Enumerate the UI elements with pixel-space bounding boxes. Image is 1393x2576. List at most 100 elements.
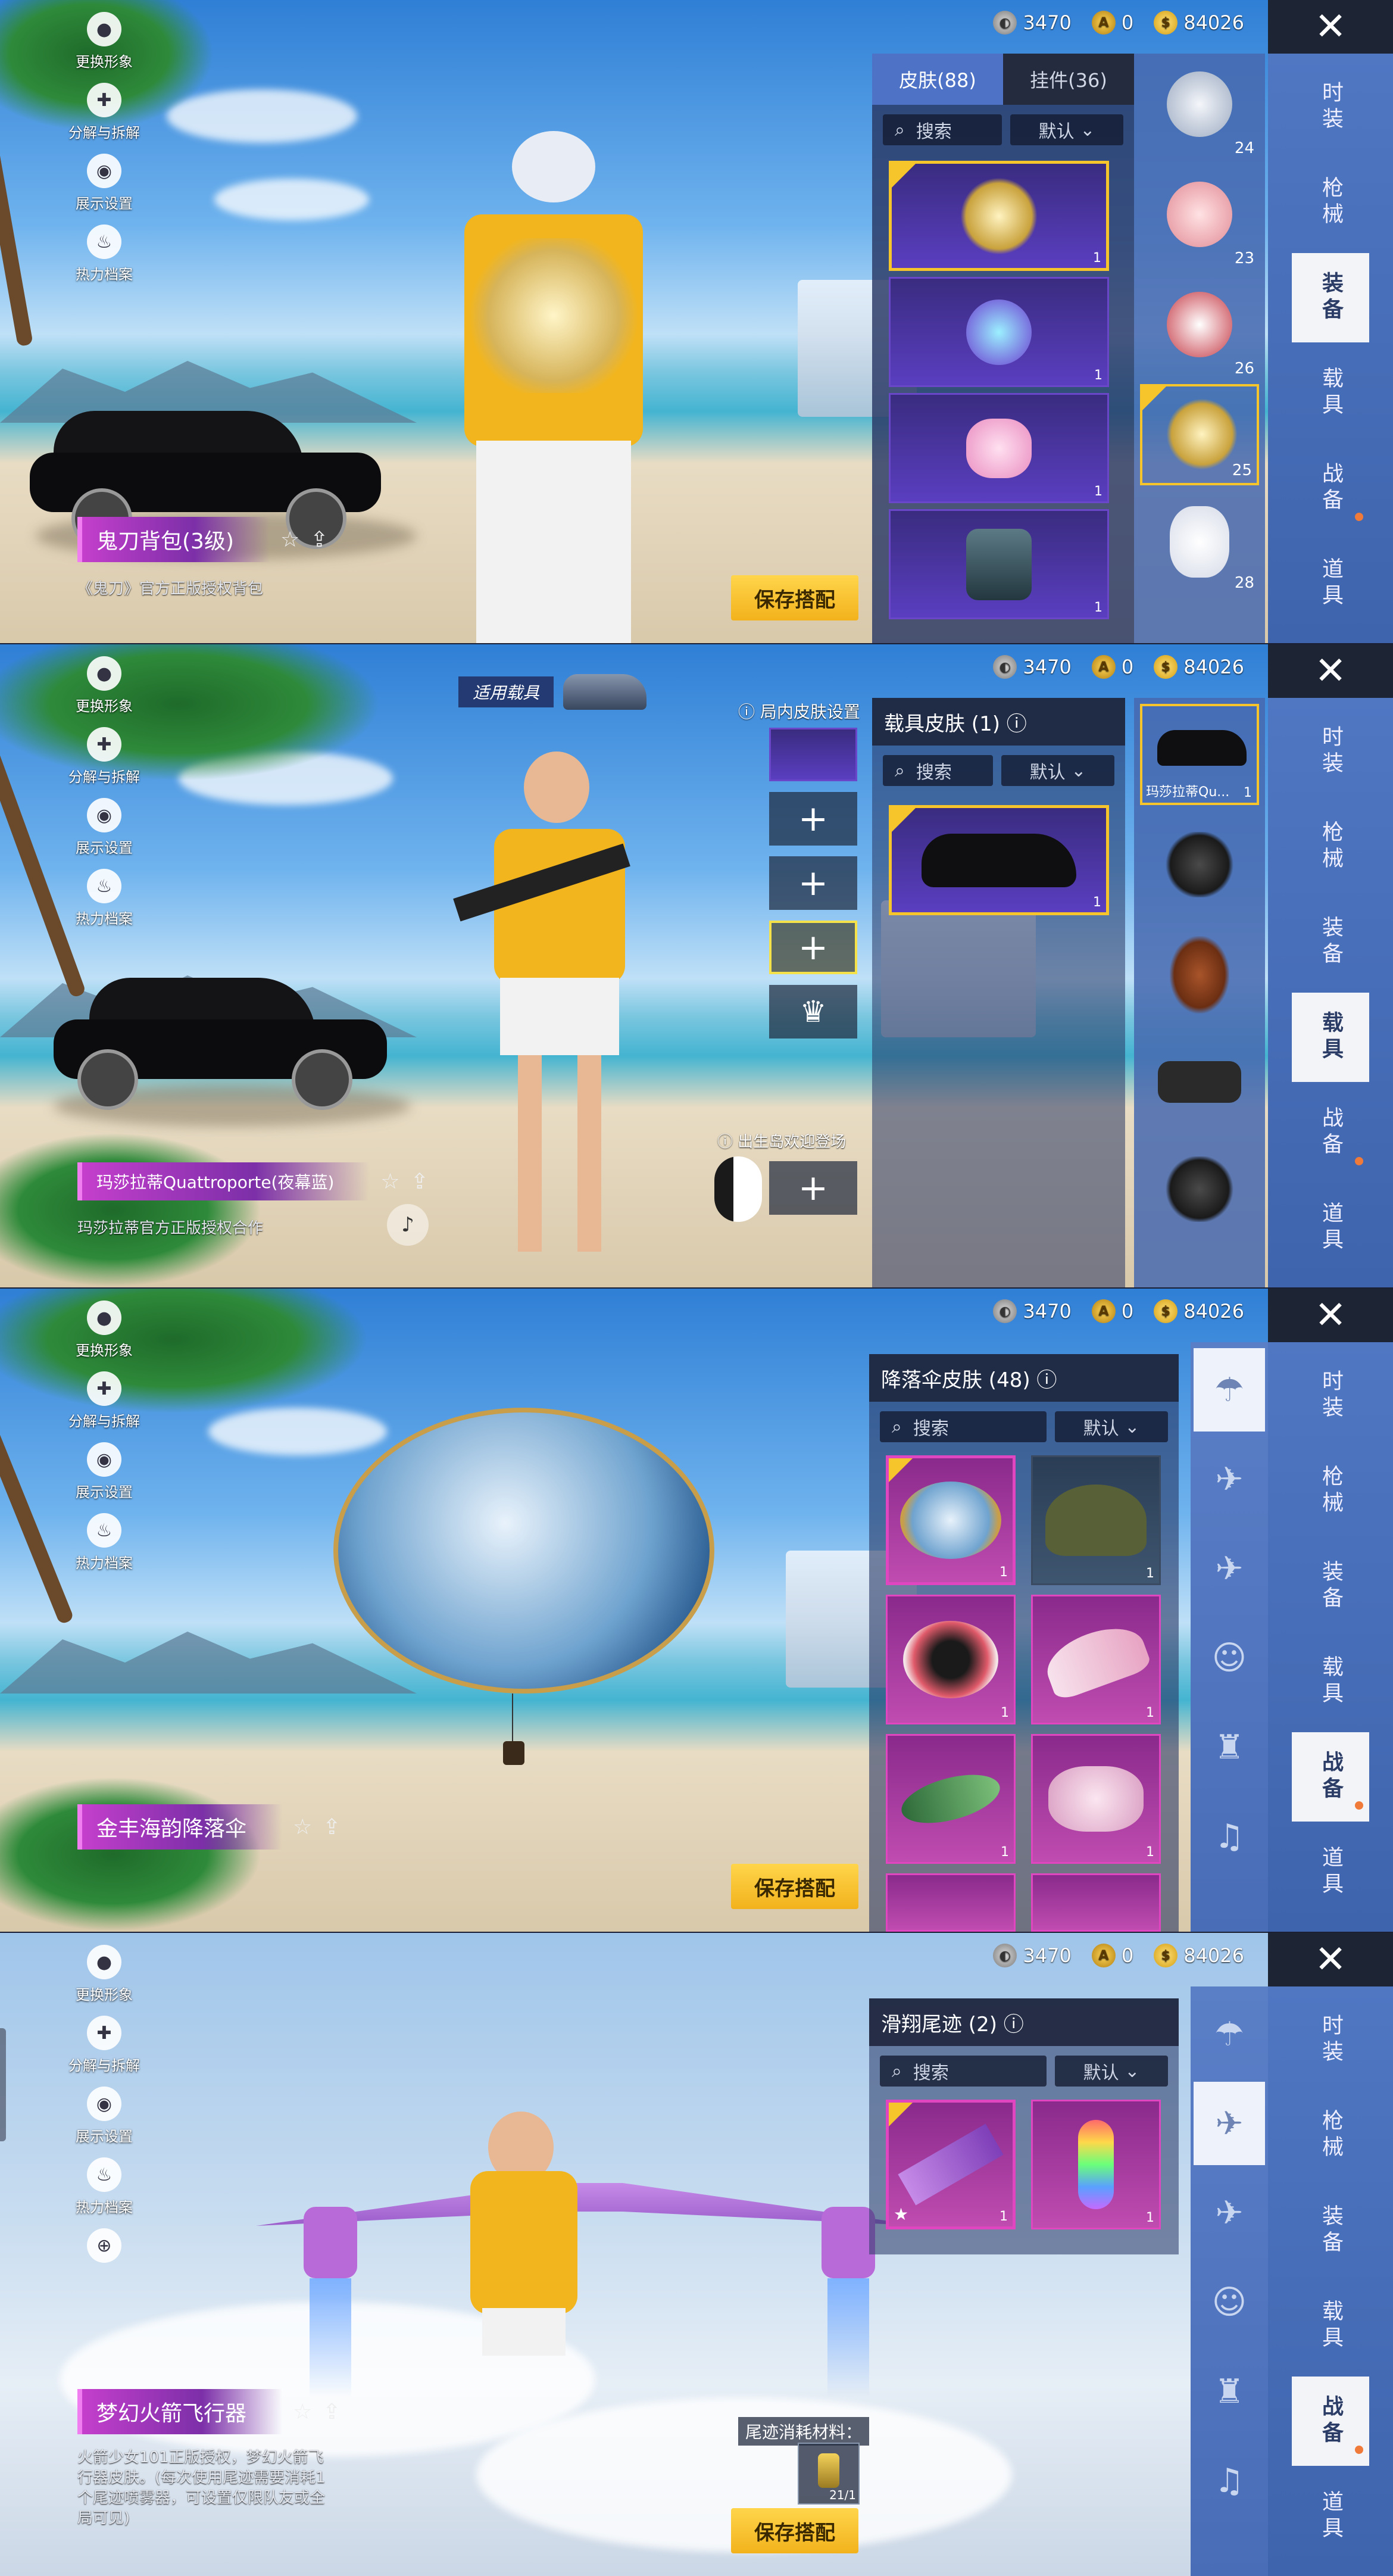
- skin-item[interactable]: 1: [889, 393, 1109, 503]
- spawn-add-button[interactable]: +: [769, 1161, 857, 1215]
- tab-weapons[interactable]: 枪械: [1292, 2091, 1369, 2180]
- display-settings-button[interactable]: ◉ 展示设置: [65, 798, 143, 857]
- add-slot-button[interactable]: +: [769, 921, 857, 974]
- parachute-category-icon[interactable]: ☂: [1194, 1992, 1265, 2076]
- vehicle-slot[interactable]: [769, 728, 857, 781]
- trail-spray-item[interactable]: 21/1: [798, 2443, 860, 2505]
- tab-fashion[interactable]: 时装: [1292, 1351, 1369, 1440]
- close-button[interactable]: ✕: [1268, 1933, 1393, 1986]
- close-button[interactable]: ✕: [1268, 1289, 1393, 1342]
- tab-items[interactable]: 道具: [1292, 539, 1369, 628]
- heat-archive-button[interactable]: ♨ 热力档案: [65, 869, 143, 928]
- parachute-item[interactable]: [1031, 1873, 1161, 1932]
- parachute-item[interactable]: 1: [886, 1595, 1016, 1724]
- tab-weapons[interactable]: 枪械: [1292, 802, 1369, 891]
- tab-vehicles[interactable]: 载具: [1292, 993, 1369, 1082]
- sort-dropdown[interactable]: 默认 ⌄: [1001, 755, 1114, 786]
- change-appearance-button[interactable]: ● 更换形象: [65, 656, 143, 715]
- emote-category-icon[interactable]: ☺: [1194, 1616, 1265, 1699]
- plane-category-icon[interactable]: ✈: [1194, 1527, 1265, 1610]
- emote-category-icon[interactable]: ☺: [1194, 2260, 1265, 2344]
- tab-items[interactable]: 道具: [1292, 2472, 1369, 2561]
- search-input[interactable]: ⌕ 搜索: [880, 2056, 1047, 2087]
- decompose-button[interactable]: ✚ 分解与拆解: [65, 83, 143, 142]
- save-outfit-button[interactable]: 保存搭配: [731, 575, 858, 620]
- heat-archive-button[interactable]: ♨ 热力档案: [65, 224, 143, 283]
- parachute-item[interactable]: [886, 1873, 1016, 1932]
- change-appearance-button[interactable]: ● 更换形象: [65, 1945, 143, 2004]
- tab-items[interactable]: 道具: [1292, 1183, 1369, 1273]
- helmet-slot[interactable]: 24: [1140, 60, 1259, 161]
- tab-pendants[interactable]: 挂件(36): [1003, 54, 1134, 105]
- change-appearance-button[interactable]: ● 更换形象: [65, 12, 143, 71]
- heat-archive-button[interactable]: ♨ 热力档案: [65, 2157, 143, 2216]
- zoom-button[interactable]: ⊕: [65, 2228, 143, 2263]
- display-settings-button[interactable]: ◉ 展示设置: [65, 2087, 143, 2145]
- tab-vehicles[interactable]: 载具: [1292, 2281, 1369, 2371]
- vehicle-motorcycle-slot[interactable]: [1140, 814, 1259, 915]
- tab-equipment[interactable]: 装备: [1292, 2186, 1369, 2275]
- vehicle-bike-slot[interactable]: [1140, 1139, 1259, 1240]
- parachute-item[interactable]: 1: [886, 1455, 1016, 1585]
- save-outfit-button[interactable]: 保存搭配: [731, 2508, 858, 2553]
- parachute-item[interactable]: 1: [886, 1734, 1016, 1864]
- share-icon[interactable]: ⇪: [323, 2400, 341, 2424]
- sort-dropdown[interactable]: 默认 ⌄: [1055, 1411, 1168, 1442]
- search-input[interactable]: ⌕ 搜索: [883, 114, 1002, 145]
- add-slot-button[interactable]: +: [769, 856, 857, 910]
- helmet-slot[interactable]: 23: [1140, 170, 1259, 271]
- glide-trail-category-icon[interactable]: ✈: [1194, 1437, 1265, 1521]
- robot-category-icon[interactable]: ♜: [1194, 2350, 1265, 2433]
- search-input[interactable]: ⌕ 搜索: [883, 755, 993, 786]
- vehicle-skin-item[interactable]: 1: [889, 805, 1109, 915]
- tab-skins[interactable]: 皮肤(88): [872, 54, 1003, 105]
- backpack-slot[interactable]: 28: [1140, 494, 1259, 595]
- horn-icon[interactable]: ♪: [387, 1204, 429, 1246]
- tab-fashion[interactable]: 时装: [1292, 1995, 1369, 2085]
- robot-category-icon[interactable]: ♜: [1194, 1705, 1265, 1789]
- plane-category-icon[interactable]: ✈: [1194, 2171, 1265, 2254]
- tab-equipment[interactable]: 装备: [1292, 253, 1369, 342]
- tab-vehicles[interactable]: 载具: [1292, 1637, 1369, 1726]
- tab-weapons[interactable]: 枪械: [1292, 158, 1369, 247]
- tab-preparation[interactable]: 战备: [1292, 2377, 1369, 2466]
- glide-trail-item[interactable]: ★ 1: [886, 2100, 1016, 2229]
- sort-dropdown[interactable]: 默认 ⌄: [1010, 114, 1123, 145]
- tab-fashion[interactable]: 时装: [1292, 707, 1369, 796]
- share-icon[interactable]: ⇪: [323, 1815, 341, 1839]
- tab-equipment[interactable]: 装备: [1292, 897, 1369, 987]
- add-slot-button[interactable]: +: [769, 792, 857, 846]
- backpack-slot[interactable]: 25: [1140, 384, 1259, 485]
- left-edge-handle[interactable]: [0, 2028, 6, 2141]
- star-icon[interactable]: ☆: [280, 528, 299, 552]
- tab-preparation[interactable]: 战备: [1292, 444, 1369, 533]
- display-settings-button[interactable]: ◉ 展示设置: [65, 1442, 143, 1501]
- heat-archive-button[interactable]: ♨ 热力档案: [65, 1513, 143, 1572]
- search-input[interactable]: ⌕ 搜索: [880, 1411, 1047, 1442]
- share-icon[interactable]: ⇪: [411, 1170, 429, 1194]
- vehicle-buggy-slot[interactable]: [1140, 1031, 1259, 1133]
- tab-weapons[interactable]: 枪械: [1292, 1446, 1369, 1536]
- parachute-category-icon[interactable]: ☂: [1194, 1348, 1265, 1432]
- speaker-category-icon[interactable]: ♫: [1194, 1795, 1265, 1878]
- helmet-slot[interactable]: 26: [1140, 280, 1259, 381]
- star-icon[interactable]: ☆: [293, 1815, 312, 1839]
- glide-trail-item[interactable]: 1: [1031, 2100, 1161, 2229]
- skin-item[interactable]: 1: [889, 161, 1109, 271]
- skin-item[interactable]: 1: [889, 509, 1109, 619]
- sort-dropdown[interactable]: 默认 ⌄: [1055, 2056, 1168, 2087]
- close-button[interactable]: ✕: [1268, 644, 1393, 698]
- tab-fashion[interactable]: 时装: [1292, 63, 1369, 152]
- tab-equipment[interactable]: 装备: [1292, 1542, 1369, 1631]
- close-button[interactable]: ✕: [1268, 0, 1393, 54]
- star-icon[interactable]: ☆: [293, 2400, 312, 2424]
- locked-slot[interactable]: ♛: [769, 985, 857, 1038]
- decompose-button[interactable]: ✚ 分解与拆解: [65, 2016, 143, 2075]
- decompose-button[interactable]: ✚ 分解与拆解: [65, 1371, 143, 1430]
- parachute-item[interactable]: 1: [1031, 1455, 1161, 1585]
- in-game-skin-setting[interactable]: ⓘ 局内皮肤设置: [738, 699, 860, 723]
- speaker-category-icon[interactable]: ♫: [1194, 2439, 1265, 2522]
- star-icon[interactable]: ☆: [380, 1170, 399, 1194]
- save-outfit-button[interactable]: 保存搭配: [731, 1864, 858, 1909]
- parachute-item[interactable]: 1: [1031, 1734, 1161, 1864]
